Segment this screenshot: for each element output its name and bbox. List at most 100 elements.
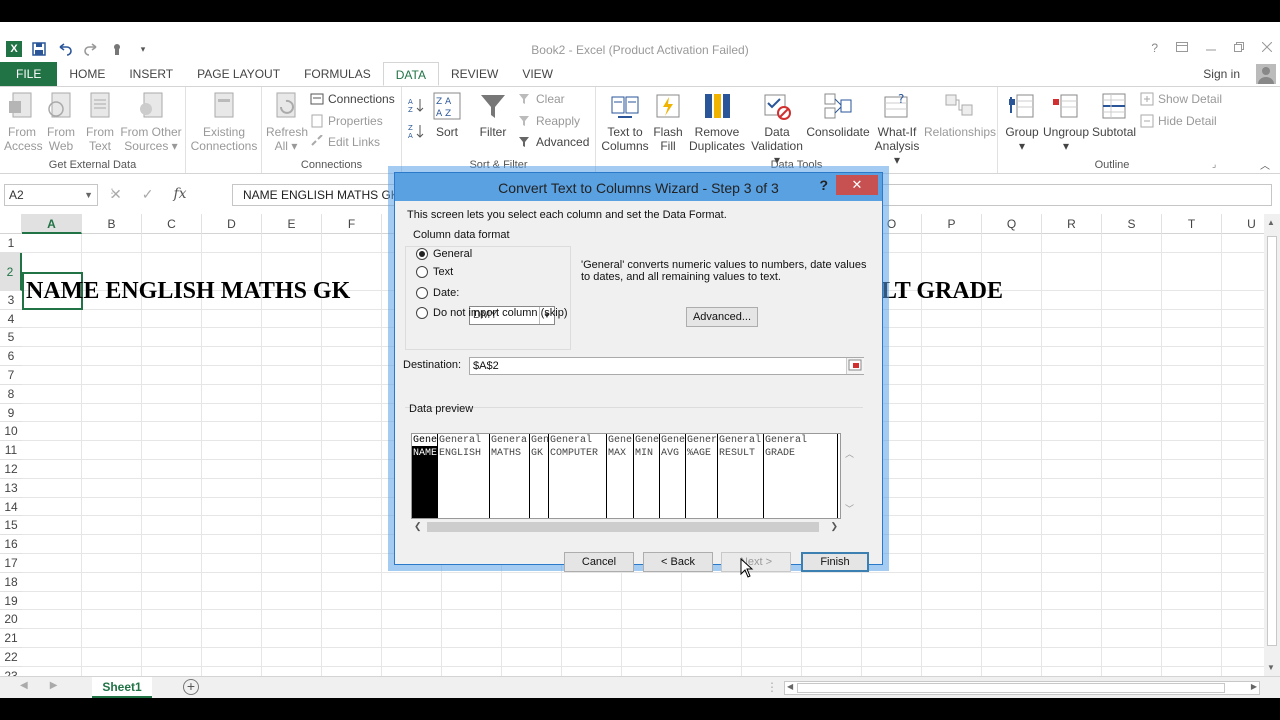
insert-function-icon[interactable]: fx <box>173 186 186 203</box>
general-radio[interactable]: General <box>416 248 472 260</box>
minimize-icon[interactable] <box>1206 41 1216 55</box>
preview-scroll-thumb[interactable] <box>427 522 819 532</box>
advanced-filter-button[interactable]: Advanced <box>518 135 589 149</box>
tab-data[interactable]: DATA <box>382 62 439 86</box>
preview-column[interactable]: General RESULT <box>718 434 764 518</box>
preview-column[interactable]: Gene NAME <box>412 434 438 518</box>
connections-button[interactable]: Connections <box>310 92 395 106</box>
collapse-dialog-icon[interactable] <box>846 358 864 374</box>
row-header[interactable]: 2 <box>0 252 22 291</box>
refresh-all-button[interactable]: Refresh All ▾ <box>266 91 308 153</box>
row-header[interactable]: 17 <box>0 554 22 573</box>
sign-in-link[interactable]: Sign in <box>1203 67 1240 81</box>
column-header[interactable]: U <box>1222 214 1264 234</box>
preview-column[interactable]: Gene AVG <box>660 434 686 518</box>
row-header[interactable]: 3 <box>0 291 22 310</box>
next-sheet-icon[interactable]: ▶ <box>50 680 58 691</box>
tab-view[interactable]: VIEW <box>510 62 565 86</box>
restore-icon[interactable] <box>1234 41 1244 55</box>
preview-column[interactable]: Gener %AGE <box>686 434 718 518</box>
preview-column[interactable]: Gene MAX <box>607 434 634 518</box>
user-avatar[interactable] <box>1256 64 1276 84</box>
preview-column[interactable]: Genera MATHS <box>490 434 530 518</box>
properties-button[interactable]: Properties <box>310 114 383 128</box>
column-header[interactable]: A <box>22 214 82 234</box>
vertical-scrollbar[interactable]: ▲ ▼ <box>1264 214 1280 676</box>
select-all-corner[interactable] <box>0 214 22 234</box>
outline-dialog-launcher-icon[interactable]: ⌟ <box>1212 159 1216 170</box>
text-to-columns-button[interactable]: Text to Columns <box>600 91 650 153</box>
row-header[interactable]: 5 <box>0 328 22 348</box>
row-header[interactable]: 22 <box>0 648 22 667</box>
flash-fill-button[interactable]: Flash Fill <box>652 91 684 153</box>
column-header[interactable]: P <box>922 214 982 234</box>
tab-file[interactable]: FILE <box>0 62 58 86</box>
row-header[interactable]: 15 <box>0 516 22 536</box>
horizontal-scroll-thumb[interactable] <box>797 683 1225 693</box>
tab-page-layout[interactable]: PAGE LAYOUT <box>185 62 292 86</box>
tab-insert[interactable]: INSERT <box>117 62 185 86</box>
tab-formulas[interactable]: FORMULAS <box>292 62 383 86</box>
row-header[interactable]: 10 <box>0 422 22 442</box>
next-button[interactable]: Next > <box>721 552 791 572</box>
scroll-up-icon[interactable]: ▲ <box>1267 218 1275 227</box>
existing-connections-button[interactable]: Existing Connections <box>190 91 258 153</box>
vertical-scroll-thumb[interactable] <box>1267 236 1277 646</box>
row-header[interactable]: 16 <box>0 535 22 554</box>
scroll-right-icon[interactable]: ❯ <box>830 521 838 532</box>
clear-filter-button[interactable]: Clear <box>518 92 565 106</box>
row-header[interactable]: 4 <box>0 310 22 329</box>
scroll-left-icon[interactable]: ❮ <box>414 521 422 532</box>
data-validation-button[interactable]: Data Validation ▾ <box>750 91 804 167</box>
preview-column[interactable]: General ENGLISH <box>438 434 490 518</box>
row-header[interactable]: 14 <box>0 498 22 517</box>
column-header[interactable]: C <box>142 214 202 234</box>
row-header[interactable]: 21 <box>0 629 22 648</box>
row-header[interactable]: 9 <box>0 404 22 423</box>
sheet-tab-sheet1[interactable]: Sheet1 <box>92 677 152 698</box>
dialog-help-icon[interactable]: ? <box>819 177 828 193</box>
row-header[interactable]: 12 <box>0 460 22 479</box>
row-header[interactable]: 11 <box>0 441 22 460</box>
enter-formula-icon[interactable]: ✓ <box>142 186 154 203</box>
collapse-ribbon-icon[interactable]: ︿ <box>1260 157 1270 172</box>
help-icon[interactable]: ? <box>1151 41 1158 55</box>
advanced-button[interactable]: Advanced... <box>686 307 758 327</box>
preview-vertical-scrollbar[interactable]: ︿ ﹀ <box>841 433 857 519</box>
add-sheet-icon[interactable]: + <box>183 679 199 695</box>
from-access-button[interactable]: From Access <box>4 91 43 153</box>
consolidate-button[interactable]: Consolidate <box>806 91 870 139</box>
scroll-down-icon[interactable]: ﹀ <box>845 502 854 515</box>
what-if-analysis-button[interactable]: ? What-If Analysis ▾ <box>872 91 922 167</box>
scroll-left-icon[interactable]: ◀ <box>787 682 793 691</box>
back-button[interactable]: < Back <box>643 552 713 572</box>
edit-links-button[interactable]: Edit Links <box>310 134 380 149</box>
date-radio[interactable]: Date: <box>416 287 459 299</box>
from-other-sources-button[interactable]: From Other Sources ▾ <box>120 91 182 153</box>
preview-column[interactable]: General GRADE <box>764 434 838 518</box>
from-web-button[interactable]: From Web <box>44 91 78 153</box>
row-header[interactable]: 23 <box>0 667 22 676</box>
scroll-down-icon[interactable]: ▼ <box>1267 663 1275 672</box>
ungroup-button[interactable]: Ungroup ▾ <box>1042 91 1090 153</box>
name-box-dropdown-icon[interactable]: ▼ <box>84 185 93 205</box>
split-handle-icon[interactable]: ⋮ <box>766 680 778 694</box>
data-preview-grid[interactable]: Gene NAME General ENGLISH Genera MATHS Gen GK Ge… <box>411 433 841 519</box>
tab-review[interactable]: REVIEW <box>439 62 510 86</box>
close-window-icon[interactable] <box>1261 41 1273 55</box>
row-header[interactable]: 18 <box>0 573 22 592</box>
finish-button[interactable]: Finish <box>801 552 869 572</box>
skip-radio[interactable]: Do not import column (skip) <box>416 307 568 319</box>
scroll-up-icon[interactable]: ︿ <box>845 447 854 460</box>
row-header[interactable]: 13 <box>0 479 22 498</box>
dialog-title-bar[interactable]: Convert Text to Columns Wizard - Step 3 … <box>395 173 882 201</box>
row-header[interactable]: 1 <box>0 234 22 253</box>
cancel-button[interactable]: Cancel <box>564 552 634 572</box>
row-header[interactable]: 8 <box>0 385 22 404</box>
destination-input[interactable]: $A$2 <box>469 357 864 375</box>
sort-za-button[interactable]: ZA <box>408 123 424 142</box>
hide-detail-button[interactable]: Hide Detail <box>1140 114 1217 128</box>
column-header[interactable]: F <box>322 214 382 234</box>
column-header[interactable]: T <box>1162 214 1222 234</box>
text-radio[interactable]: Text <box>416 266 453 278</box>
